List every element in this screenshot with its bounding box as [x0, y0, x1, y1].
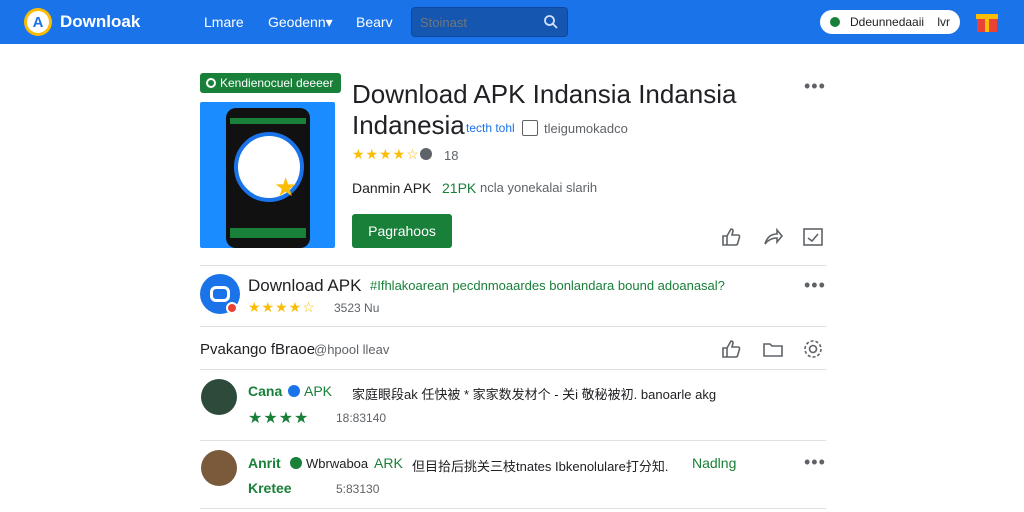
developer-more-icon[interactable]: ••• — [804, 275, 826, 296]
language-label: lvr — [937, 15, 950, 29]
app-title-line2: Indanesia — [352, 110, 465, 140]
settings-icon[interactable] — [802, 338, 824, 360]
app-icon-image: ★ — [200, 102, 335, 248]
review-date: 5:83130 — [336, 482, 380, 496]
verified-icon — [288, 385, 300, 397]
report-icon[interactable] — [802, 226, 824, 248]
review-more-icon[interactable]: ••• — [804, 452, 826, 473]
review-date: 18:83140 — [336, 411, 387, 425]
review-tag-2: ARK — [374, 455, 403, 471]
search-input[interactable] — [420, 14, 530, 30]
search-icon[interactable] — [543, 14, 559, 30]
search-box[interactable] — [411, 7, 568, 37]
folder-icon[interactable] — [762, 338, 784, 360]
developer-rating-stars: ★★★★☆ — [248, 299, 316, 315]
status-pill-text: Ddeunnedaaii — [850, 15, 925, 29]
status-pill[interactable]: Ddeunnedaaii lvr — [820, 10, 960, 34]
nav-item-3[interactable]: Bearv — [356, 14, 393, 30]
divider — [200, 508, 826, 509]
meta-label: Danmin APK — [352, 180, 432, 196]
review-highlight: Nadlng — [692, 455, 737, 471]
info-icon — [420, 148, 432, 160]
tag-icon — [522, 120, 538, 136]
rating-stars: ★★★★☆ — [352, 146, 420, 162]
badge-icon — [206, 78, 216, 88]
app-title: Download APK Indansia Indansia — [352, 79, 737, 109]
divider — [200, 265, 826, 266]
brand-name[interactable]: Downloak — [60, 12, 140, 32]
rating-count: 18 — [444, 148, 459, 163]
top-bar: A Downloak Lmare Geodenn▾ Bearv Ddeunned… — [0, 0, 1024, 44]
logo-icon[interactable]: A — [24, 8, 52, 36]
review-tag: Wbrwaboa — [306, 456, 369, 471]
developer-description: #Ifhlakoarean pecdnmoaardes bonlandara b… — [370, 278, 725, 293]
reviews-subtitle[interactable]: @hpool lleav — [314, 342, 389, 357]
review-text: 家庭眼段ak 任快被 * 家家数发材个 - 关i 敬秘被初. banoarle … — [352, 387, 717, 402]
install-button[interactable]: Pagrahoos — [352, 214, 452, 248]
reviewer-name[interactable]: Anrit — [248, 455, 281, 471]
developer-link[interactable]: tecth tohl — [466, 121, 515, 135]
thumbs-up-icon[interactable] — [720, 226, 742, 248]
notification-dot-icon — [226, 302, 238, 314]
divider — [200, 440, 826, 441]
verified-icon — [290, 457, 302, 469]
review-stars: ★★★★ — [248, 410, 310, 427]
more-options-icon[interactable]: ••• — [804, 76, 826, 97]
divider — [200, 369, 826, 370]
nav-item-2[interactable]: Geodenn▾ — [268, 14, 333, 31]
review-text: 但目拾后挑关三枝tnates Ibkenolulare打分知. — [412, 459, 669, 474]
reviewer-name[interactable]: Cana — [248, 383, 282, 399]
editor-badge: Kendienocuel deeeer — [200, 73, 342, 93]
developer-rating-count: 3523 Nu — [334, 301, 380, 315]
star-icon: ★ — [274, 172, 298, 202]
gift-icon[interactable] — [974, 8, 1000, 34]
phone-bottom-bar — [230, 228, 306, 238]
reviewer-avatar[interactable] — [201, 450, 237, 486]
developer-name[interactable]: Download APK — [248, 276, 361, 296]
review-stars: Kretee — [248, 480, 292, 496]
status-dot-icon — [830, 17, 840, 27]
meta-size: 21PK — [442, 180, 477, 196]
reviews-title: Pvakango fBraoe — [200, 341, 316, 358]
nav-item-1[interactable]: Lmare — [204, 14, 244, 30]
reviewer-avatar[interactable] — [201, 379, 237, 415]
meta-desc: ncla yonekalai slarih — [480, 180, 598, 195]
badge-text: Kendienocuel deeeer — [220, 76, 334, 90]
phone-top-bar — [230, 118, 306, 124]
divider — [200, 326, 826, 327]
tag-text: tleigumokadco — [544, 121, 628, 136]
review-tag: APK — [304, 383, 333, 399]
thumbs-up-icon[interactable] — [720, 338, 742, 360]
share-icon[interactable] — [762, 226, 784, 248]
